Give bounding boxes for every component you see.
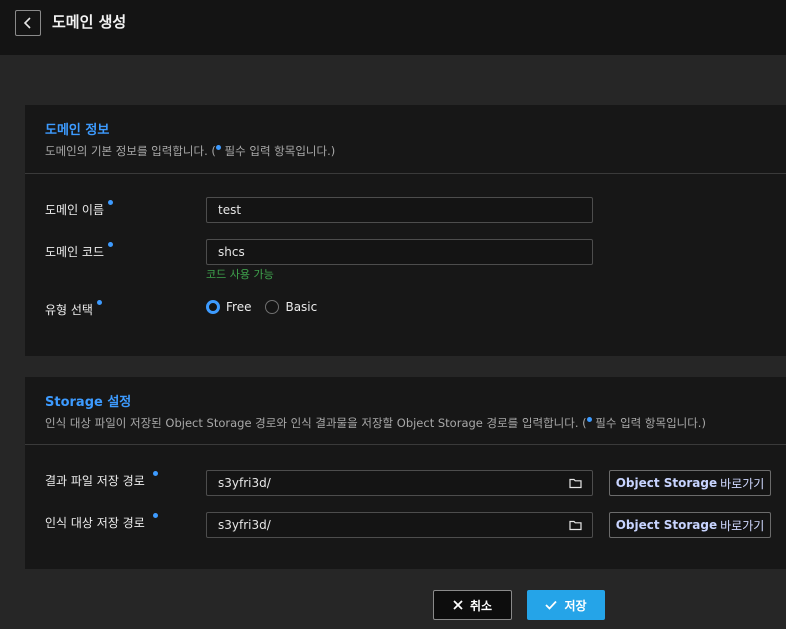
required-dot-icon (96, 300, 102, 305)
storage-panel: Storage 설정 인식 대상 파일이 저장된 Object Storage … (25, 377, 786, 569)
back-button[interactable] (15, 10, 41, 36)
chevron-left-icon (23, 17, 31, 29)
required-dot-icon (152, 471, 158, 476)
domain-code-input[interactable]: shcs (206, 239, 593, 265)
domain-name-input[interactable]: test (206, 197, 593, 223)
object-storage-rest: 바로가기 (720, 476, 765, 491)
type-label-text: 유형 선택 (45, 303, 93, 317)
result-path-label-text: 결과 파일 저장 경로 (45, 474, 145, 488)
domain-info-desc-prefix: 도메인의 기본 정보를 입력합니다. ( (45, 144, 216, 158)
type-radio-group: Free Basic (206, 300, 331, 314)
domain-info-desc-suffix: 필수 입력 항목입니다.) (220, 144, 336, 158)
result-path-value: s3yfri3d/ (218, 476, 271, 490)
radio-basic-label: Basic (285, 300, 318, 314)
save-label: 저장 (564, 598, 587, 613)
target-path-label: 인식 대상 저장 경로 (45, 513, 158, 531)
radio-checked-icon (206, 300, 220, 314)
domain-code-label-text: 도메인 코드 (45, 245, 105, 259)
cancel-button[interactable]: 취소 (433, 590, 512, 620)
object-storage-strong: Object Storage (615, 518, 718, 532)
page-title: 도메인 생성 (52, 13, 127, 31)
type-label: 유형 선택 (45, 300, 102, 318)
check-icon (545, 600, 558, 610)
object-storage-link-button[interactable]: Object Storage 바로가기 (609, 470, 771, 496)
domain-info-desc: 도메인의 기본 정보를 입력합니다. ( 필수 입력 항목입니다.) (45, 143, 335, 159)
required-dot-icon (152, 513, 158, 518)
domain-name-label: 도메인 이름 (45, 200, 114, 218)
folder-icon[interactable] (569, 519, 582, 531)
domain-name-label-text: 도메인 이름 (45, 203, 105, 217)
domain-info-panel: 도메인 정보 도메인의 기본 정보를 입력합니다. ( 필수 입력 항목입니다.… (25, 105, 786, 356)
storage-desc: 인식 대상 파일이 저장된 Object Storage 경로와 인식 결과물을… (45, 415, 706, 431)
radio-free-label: Free (226, 300, 252, 314)
domain-code-label: 도메인 코드 (45, 242, 114, 260)
code-available-hint: 코드 사용 가능 (206, 268, 274, 281)
required-dot-icon (108, 200, 114, 205)
target-path-value: s3yfri3d/ (218, 518, 271, 532)
result-path-input[interactable]: s3yfri3d/ (206, 470, 593, 496)
radio-free[interactable]: Free (206, 300, 251, 314)
object-storage-rest: 바로가기 (720, 518, 765, 533)
save-button[interactable]: 저장 (527, 590, 605, 620)
domain-name-value: test (218, 203, 242, 217)
radio-unchecked-icon (265, 300, 280, 314)
object-storage-link-button[interactable]: Object Storage 바로가기 (609, 512, 771, 538)
target-path-label-text: 인식 대상 저장 경로 (45, 516, 145, 530)
folder-icon[interactable] (569, 477, 582, 489)
target-path-input[interactable]: s3yfri3d/ (206, 512, 593, 538)
page-header: 도메인 생성 (0, 0, 786, 55)
radio-basic[interactable]: Basic (265, 300, 317, 314)
object-storage-strong: Object Storage (615, 476, 718, 490)
result-path-label: 결과 파일 저장 경로 (45, 471, 158, 489)
domain-info-title: 도메인 정보 (45, 123, 110, 138)
divider (25, 173, 786, 174)
domain-code-value: shcs (218, 245, 245, 259)
close-icon (453, 600, 463, 610)
storage-desc-prefix: 인식 대상 파일이 저장된 Object Storage 경로와 인식 결과물을… (45, 416, 587, 430)
required-dot-icon (108, 242, 114, 247)
cancel-label: 취소 (469, 598, 493, 613)
storage-desc-suffix: 필수 입력 항목입니다.) (591, 416, 706, 430)
divider (25, 444, 786, 445)
storage-title: Storage 설정 (45, 395, 132, 410)
